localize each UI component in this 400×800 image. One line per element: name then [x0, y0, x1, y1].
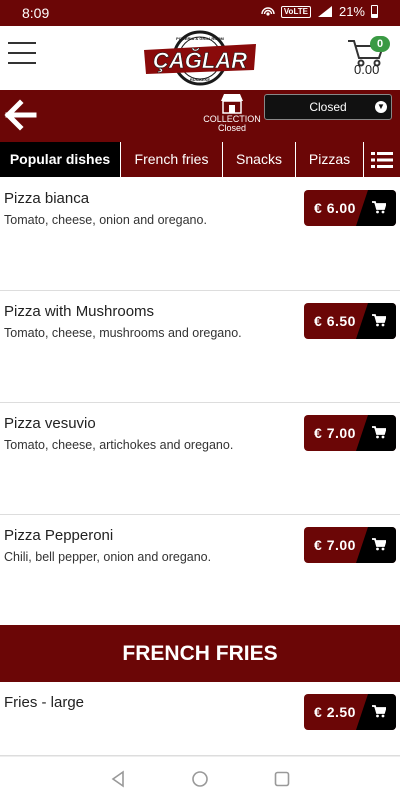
shopping-cart-icon — [372, 314, 386, 327]
shopping-cart-icon — [372, 538, 386, 551]
tab-french-fries[interactable]: French fries — [121, 142, 223, 177]
shopping-cart-icon — [372, 426, 386, 439]
volte-badge: VoLTE — [280, 5, 311, 18]
collection-status: Closed — [217, 123, 246, 133]
svg-text:PIZZERIA & GRILLROOM: PIZZERIA & GRILLROOM — [176, 36, 224, 41]
add-to-cart-button[interactable]: € 7.00 — [304, 415, 396, 451]
product-item[interactable]: Fries - large € 2.50 — [0, 682, 400, 756]
product-item[interactable]: Pizza Pepperoni Chili, bell pepper, onio… — [0, 515, 400, 625]
product-price: € 2.50 — [314, 704, 356, 720]
signal-icon — [317, 6, 332, 17]
add-to-cart-button[interactable]: € 2.50 — [304, 694, 396, 730]
time-slot-value: Closed — [309, 100, 347, 114]
battery-percent: 21% — [338, 4, 365, 19]
tab-pizzas[interactable]: Pizzas — [296, 142, 364, 177]
product-name: Pizza vesuvio — [4, 415, 96, 432]
list-icon[interactable] — [364, 142, 400, 177]
product-description: Tomato, cheese, onion and oregano. — [4, 213, 207, 227]
tab-snacks[interactable]: Snacks — [223, 142, 296, 177]
time-slot-select[interactable]: Closed ▼ — [264, 94, 392, 120]
app-header: ÇAĞLAR PIZZERIA & GRILLROOM RUMBEKE 0 0.… — [0, 26, 400, 90]
svg-text:ÇAĞLAR: ÇAĞLAR — [153, 48, 247, 73]
home-circle-icon[interactable] — [190, 769, 210, 789]
product-price: € 6.50 — [314, 313, 356, 329]
caglar-logo[interactable]: ÇAĞLAR PIZZERIA & GRILLROOM RUMBEKE — [140, 28, 260, 88]
product-description: Tomato, cheese, artichokes and oregano. — [4, 438, 234, 452]
collection-mode[interactable]: COLLECTION Closed — [196, 92, 268, 133]
product-item[interactable]: Pizza bianca Tomato, cheese, onion and o… — [0, 178, 400, 291]
product-price: € 7.00 — [314, 425, 356, 441]
svg-text:RUMBEKE: RUMBEKE — [190, 77, 211, 82]
product-name: Fries - large — [4, 694, 85, 711]
product-item[interactable]: Pizza with Mushrooms Tomato, cheese, mus… — [0, 291, 400, 403]
shopping-cart-icon — [372, 705, 386, 718]
cart-button[interactable]: 0 0.00 — [346, 34, 392, 84]
add-to-cart-button[interactable]: € 6.00 — [304, 190, 396, 226]
hamburger-icon[interactable] — [8, 42, 36, 64]
add-to-cart-button[interactable]: € 7.00 — [304, 527, 396, 563]
chevron-down-icon: ▼ — [375, 101, 387, 113]
status-bar: 8:09 VoLTE 21% — [0, 0, 400, 26]
status-indicators: VoLTE 21% — [261, 4, 378, 19]
product-name: Pizza bianca — [4, 190, 90, 207]
product-name: Pizza Pepperoni — [4, 527, 114, 544]
hotspot-icon — [261, 6, 275, 16]
product-name: Pizza with Mushrooms — [4, 303, 155, 320]
add-to-cart-button[interactable]: € 6.50 — [304, 303, 396, 339]
product-item[interactable]: Pizza vesuvio Tomato, cheese, artichokes… — [0, 403, 400, 515]
status-time: 8:09 — [22, 5, 50, 21]
recents-square-icon[interactable] — [272, 769, 292, 789]
product-price: € 6.00 — [314, 200, 356, 216]
system-nav-bar — [0, 756, 400, 800]
back-triangle-icon[interactable] — [108, 769, 128, 789]
cart-count-badge: 0 — [370, 36, 390, 52]
section-title: FRENCH FRIES — [0, 625, 400, 682]
product-description: Tomato, cheese, mushrooms and oregano. — [4, 326, 242, 340]
category-tabs: Popular dishes French fries Snacks Pizza… — [0, 142, 400, 177]
shopping-cart-icon — [372, 201, 386, 214]
product-price: € 7.00 — [314, 537, 356, 553]
product-description: Chili, bell pepper, onion and oregano. — [4, 550, 212, 564]
arrow-left-icon[interactable] — [4, 98, 38, 132]
cart-total: 0.00 — [354, 62, 380, 77]
order-mode-bar: COLLECTION Closed Closed ▼ — [0, 90, 400, 142]
battery-icon — [371, 5, 378, 18]
tab-popular-dishes[interactable]: Popular dishes — [0, 142, 121, 177]
storefront-icon — [221, 94, 243, 114]
